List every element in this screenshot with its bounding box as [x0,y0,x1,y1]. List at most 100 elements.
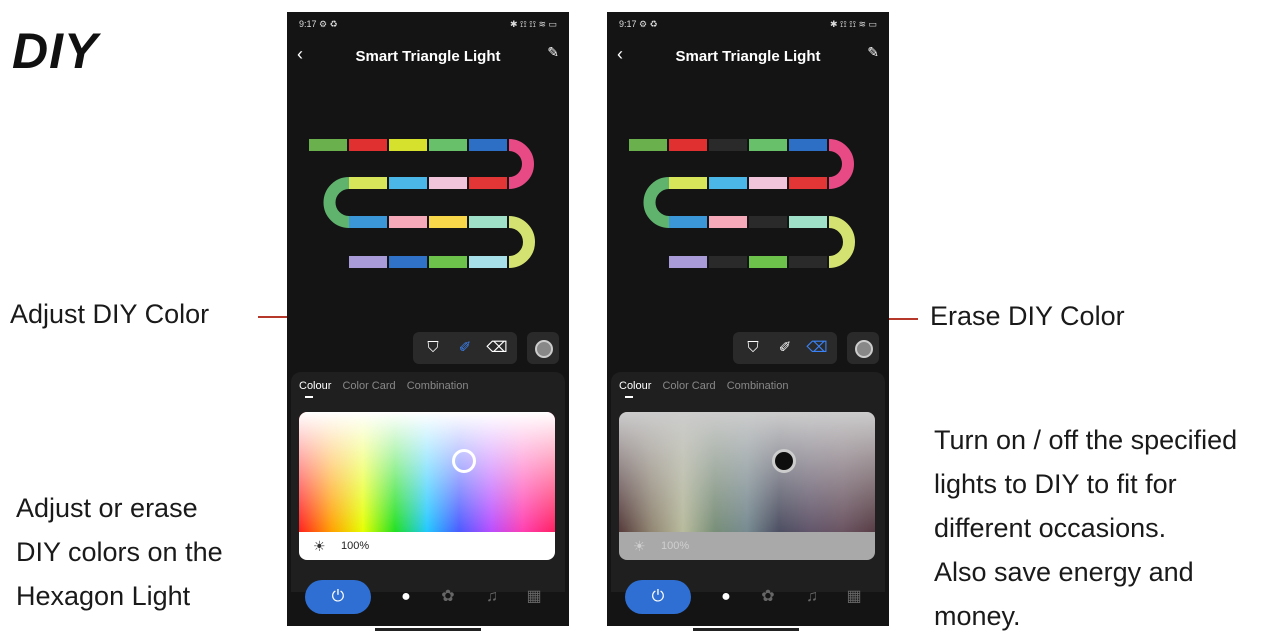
phone-screen-erase: 9:17 ⚙ ♻ ✱ ⟟⟟ ⟟⟟ ≋ ▭ ‹ Smart Triangle Li… [607,12,889,626]
light-segment[interactable] [309,139,347,151]
right-description: Turn on / off the specified lights to DI… [934,418,1237,638]
left-desc-line: Adjust or erase [16,493,198,523]
light-segment[interactable] [669,256,707,268]
light-segment-curve[interactable] [508,216,535,268]
color-picker[interactable] [619,412,875,532]
grid-icon[interactable]: ▦ [523,586,545,608]
left-desc-line: DIY colors on the [16,537,223,567]
bulb-icon[interactable]: ● [715,586,737,608]
record-icon [855,340,873,358]
light-segment[interactable] [789,177,827,189]
right-desc-line: different occasions. [934,513,1167,543]
light-segment[interactable] [429,216,467,228]
light-segment-curve[interactable] [323,177,350,228]
light-segment-curve[interactable] [828,139,854,189]
light-segment[interactable] [469,139,507,151]
power-button[interactable]: ⏻ [305,580,371,614]
color-picker[interactable] [299,412,555,532]
tab-combination[interactable]: Combination [407,380,469,392]
light-segment[interactable] [669,139,707,151]
light-segment[interactable] [749,139,787,151]
light-segment[interactable] [429,177,467,189]
bottom-nav: ⏻ ● ✿ ♫ ▦ [287,572,569,622]
right-desc-line: Also save energy and [934,557,1194,587]
light-segment[interactable] [429,256,467,268]
sun-icon: ☀ [633,538,646,554]
brightness-value: 100% [661,540,690,552]
eraser-icon[interactable]: ⌫ [485,336,509,360]
light-segment[interactable] [629,139,667,151]
color-picker-knob[interactable] [772,449,796,473]
tab-indicator [305,396,313,398]
paint-bucket-icon[interactable]: ⛉ [741,336,765,360]
tab-color-card[interactable]: Color Card [342,380,395,392]
preview-button[interactable] [527,332,559,364]
music-icon[interactable]: ♫ [801,586,823,608]
paint-bucket-icon[interactable]: ⛉ [421,336,445,360]
color-tabs: Colour Color Card Combination [299,380,476,392]
bottom-nav: ⏻ ● ✿ ♫ ▦ [607,572,889,622]
tab-indicator [625,396,633,398]
phone-screen-adjust: 9:17 ⚙ ♻ ✱ ⟟⟟ ⟟⟟ ≋ ▭ ‹ Smart Triangle Li… [287,12,569,626]
tab-colour[interactable]: Colour [619,380,651,392]
sun-icon: ☀ [313,538,326,554]
tab-colour[interactable]: Colour [299,380,331,392]
light-segment[interactable] [749,177,787,189]
light-segment[interactable] [789,256,827,268]
color-picker-knob[interactable] [452,449,476,473]
light-segment-curve[interactable] [508,139,534,189]
light-segment[interactable] [389,139,427,151]
light-segment[interactable] [789,139,827,151]
brightness-bar[interactable]: ☀ 100% [299,532,555,560]
brightness-bar[interactable]: ☀ 100% [619,532,875,560]
record-icon [535,340,553,358]
tab-color-card[interactable]: Color Card [662,380,715,392]
light-segment[interactable] [349,177,387,189]
light-segment[interactable] [389,177,427,189]
preview-button[interactable] [847,332,879,364]
light-segment[interactable] [389,256,427,268]
music-icon[interactable]: ♫ [481,586,503,608]
light-segment[interactable] [469,177,507,189]
light-segment[interactable] [709,256,747,268]
light-segment-curve[interactable] [643,177,670,228]
light-segment[interactable] [709,177,747,189]
light-segment[interactable] [429,139,467,151]
light-segment[interactable] [349,216,387,228]
right-desc-line: money. [934,601,1021,631]
light-segment[interactable] [349,256,387,268]
erase-color-label: Erase DIY Color [930,301,1125,331]
bulb-icon[interactable]: ● [395,586,417,608]
picker-gradient [619,412,875,532]
light-segment[interactable] [349,139,387,151]
palette-icon[interactable]: ✿ [757,586,779,608]
light-strip [629,139,855,268]
brush-icon[interactable]: ✐ [453,336,477,360]
light-segment[interactable] [469,256,507,268]
left-description: Adjust or erase DIY colors on the Hexago… [16,486,223,618]
light-segment[interactable] [469,216,507,228]
light-segment[interactable] [389,216,427,228]
light-segment[interactable] [709,216,747,228]
brush-icon[interactable]: ✐ [773,336,797,360]
light-segment[interactable] [669,177,707,189]
light-segment[interactable] [789,216,827,228]
adjust-color-label: Adjust DIY Color [10,299,210,329]
eraser-icon[interactable]: ⌫ [805,336,829,360]
light-segment[interactable] [749,216,787,228]
right-desc-line: Turn on / off the specified [934,425,1238,455]
right-desc-line: lights to DIY to fit for [934,469,1177,499]
color-panel: Colour Color Card Combination ☀ 100% [611,372,885,592]
picker-gradient [299,412,555,532]
light-segment[interactable] [709,139,747,151]
light-segment[interactable] [749,256,787,268]
left-desc-line: Hexagon Light [16,581,191,611]
grid-icon[interactable]: ▦ [843,586,865,608]
light-segment-curve[interactable] [828,216,855,268]
page-title: DIY [12,23,99,79]
light-segment[interactable] [669,216,707,228]
tab-combination[interactable]: Combination [727,380,789,392]
power-button[interactable]: ⏻ [625,580,691,614]
light-strip [309,139,535,268]
palette-icon[interactable]: ✿ [437,586,459,608]
